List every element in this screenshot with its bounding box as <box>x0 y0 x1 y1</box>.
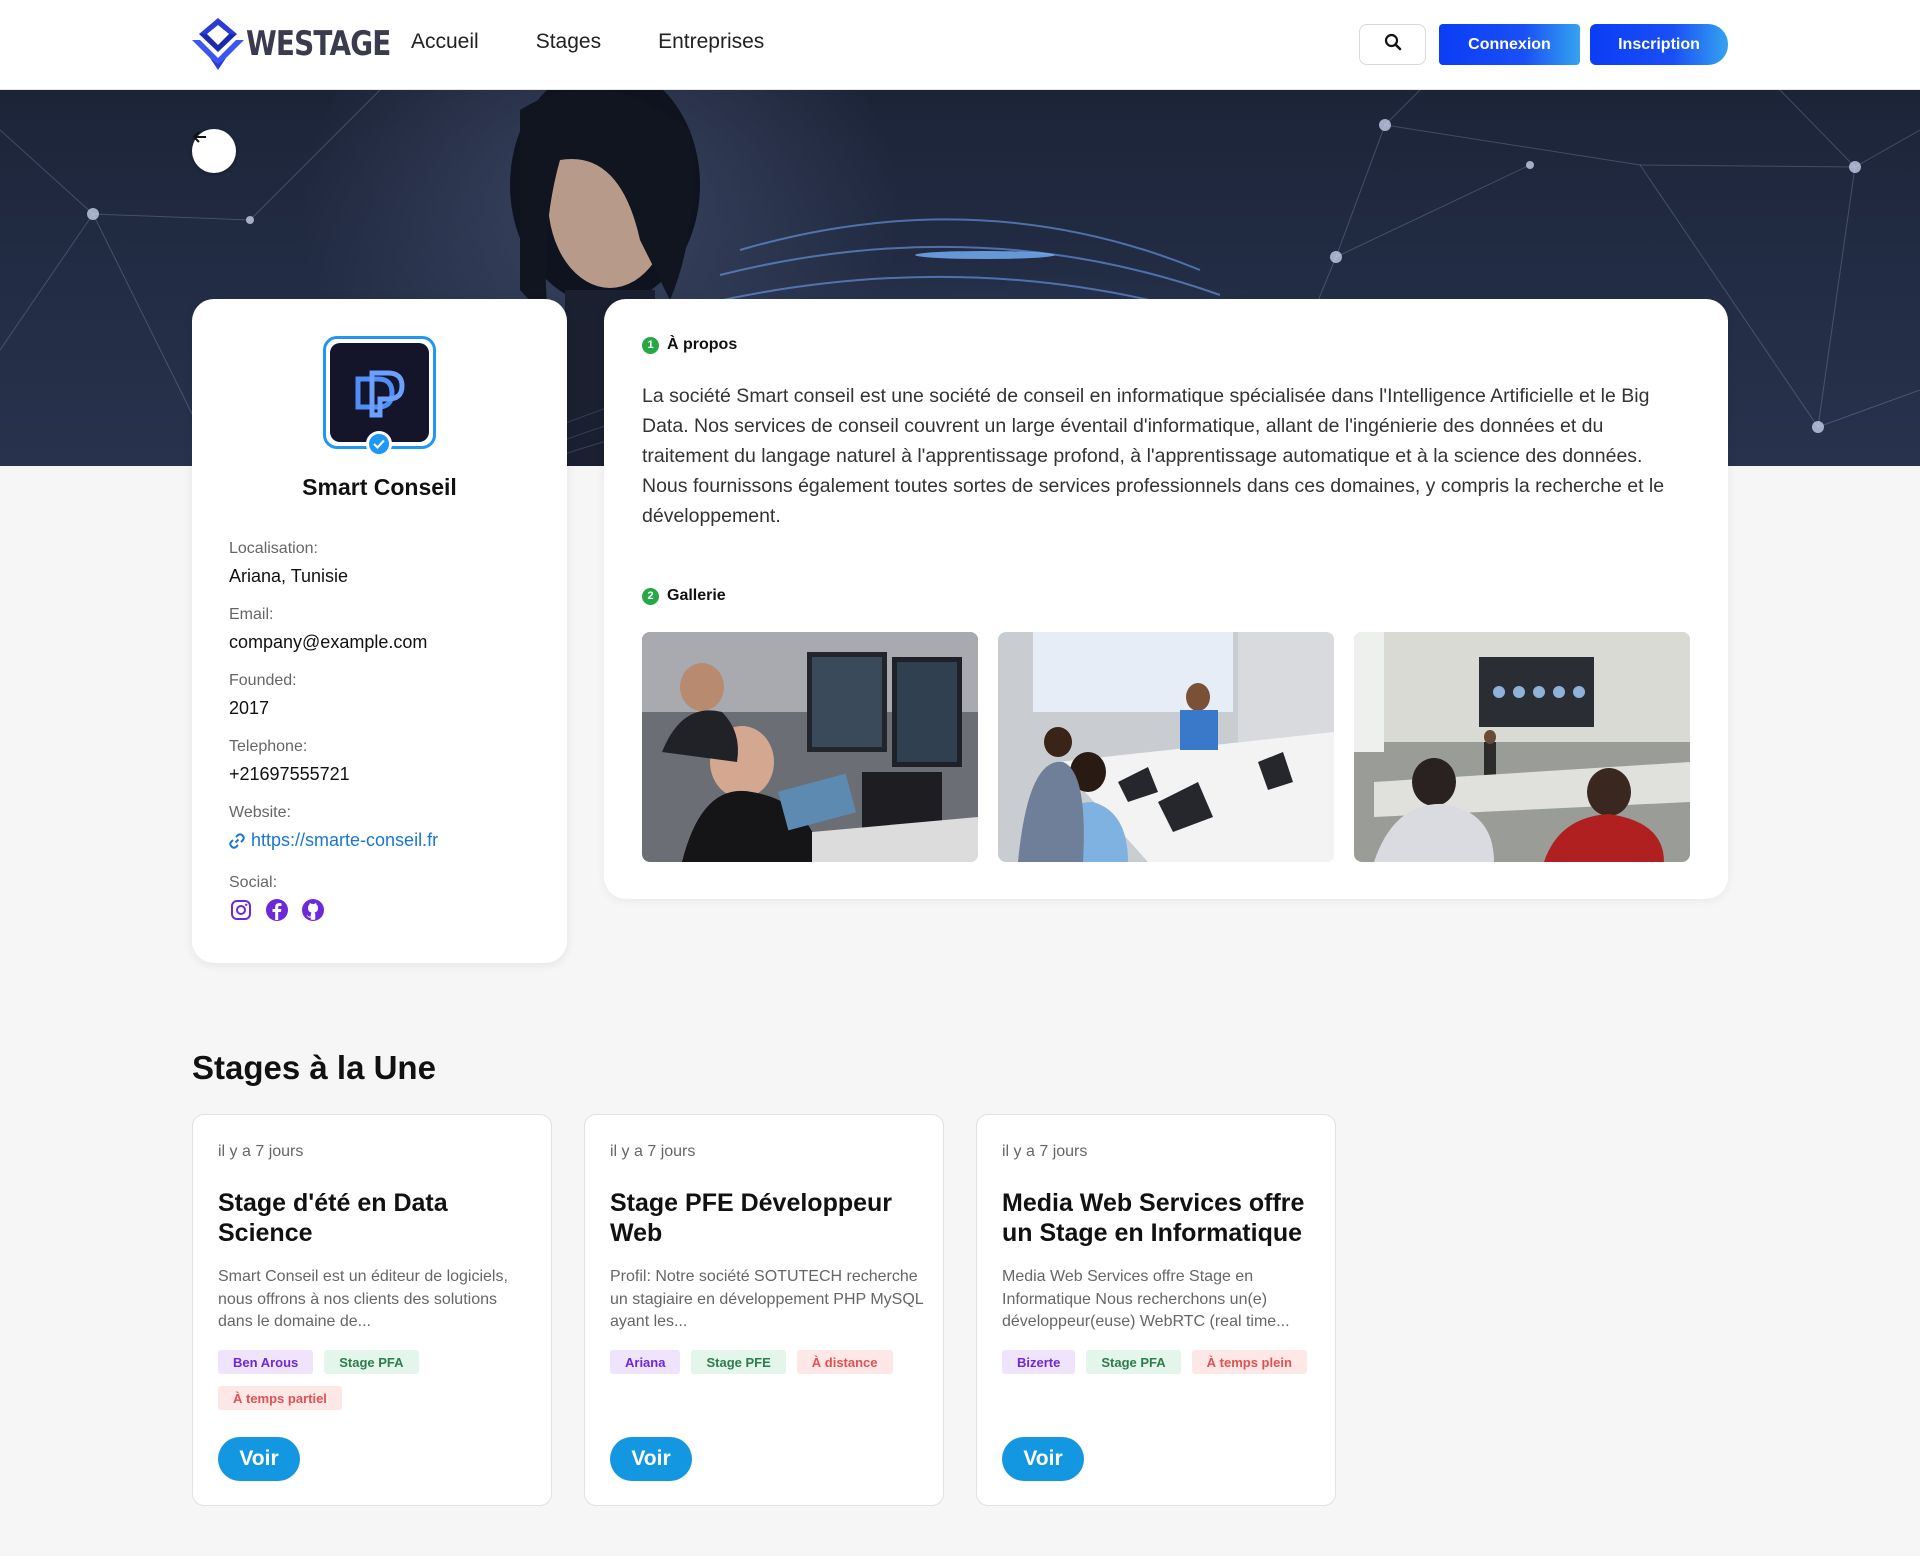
about-title: À propos <box>667 336 738 353</box>
job-card[interactable]: il y a 7 jours Stage d'été en Data Scien… <box>192 1114 552 1506</box>
view-button[interactable]: Voir <box>610 1437 692 1481</box>
telephone-label: Telephone: <box>229 738 308 755</box>
job-tags: Ariana Stage PFE À distance <box>610 1350 930 1386</box>
company-name: Smart Conseil <box>302 474 457 500</box>
logo-mark-icon <box>192 18 244 70</box>
back-button[interactable] <box>192 129 236 173</box>
website-link[interactable]: https://smarte-conseil.fr <box>229 830 438 851</box>
location-tag: Ariana <box>610 1350 681 1374</box>
link-icon <box>229 832 245 849</box>
job-description: Smart Conseil est un éditeur de logiciel… <box>218 1268 508 1330</box>
schedule-tag: À temps plein <box>1191 1350 1307 1374</box>
verified-badge-icon <box>366 431 392 457</box>
location-tag: Bizerte <box>1002 1350 1076 1374</box>
gallery-image-presentation[interactable] <box>1354 632 1690 862</box>
about-card: 1 À propos La société Smart conseil est … <box>604 299 1728 899</box>
schedule-tag: À distance <box>796 1350 893 1374</box>
job-tags: Ben Arous Stage PFA À temps partiel <box>218 1350 538 1422</box>
social-label: Social: <box>229 874 278 891</box>
company-profile-card: Smart Conseil Localisation: Ariana, Tuni… <box>192 299 567 963</box>
job-description: Media Web Services offre Stage en Inform… <box>1002 1268 1290 1330</box>
nav-link-stages[interactable]: Stages <box>536 30 601 54</box>
location-value: Ariana, Tunisie <box>229 566 349 586</box>
type-tag: Stage PFA <box>1086 1350 1181 1374</box>
facebook-icon[interactable] <box>265 898 289 922</box>
job-title: Stage PFE Développeur Web <box>610 1189 893 1247</box>
gallery <box>642 632 1710 862</box>
job-date: il y a 7 jours <box>218 1143 304 1160</box>
job-tags: Bizerte Stage PFA À temps plein <box>1002 1350 1322 1386</box>
nav-link-accueil[interactable]: Accueil <box>411 30 479 54</box>
logo-text: WESTAGE <box>246 24 391 64</box>
type-tag: Stage PFE <box>691 1350 786 1374</box>
dp-logo-icon <box>355 370 405 417</box>
job-date: il y a 7 jours <box>1002 1143 1088 1160</box>
job-card[interactable]: il y a 7 jours Stage PFE Développeur Web… <box>584 1114 944 1506</box>
schedule-tag: À temps partiel <box>218 1386 342 1410</box>
job-date: il y a 7 jours <box>610 1143 696 1160</box>
type-tag: Stage PFA <box>324 1350 419 1374</box>
instagram-icon[interactable] <box>229 898 253 922</box>
featured-stages-title: Stages à la Une <box>192 1049 436 1086</box>
search-button[interactable] <box>1359 24 1426 65</box>
gallery-image-office-developers[interactable] <box>642 632 978 862</box>
logo[interactable]: WESTAGE <box>192 18 422 70</box>
view-button[interactable]: Voir <box>218 1437 300 1481</box>
job-title: Stage d'été en Data Science <box>218 1189 448 1247</box>
website-url: https://smarte-conseil.fr <box>251 830 439 850</box>
social-links <box>229 898 337 922</box>
founded-value: 2017 <box>229 698 270 718</box>
company-logo-image <box>330 343 429 442</box>
website-label: Website: <box>229 804 291 821</box>
step-number: 2 <box>642 587 659 605</box>
login-button[interactable]: Connexion <box>1439 24 1580 65</box>
view-button[interactable]: Voir <box>1002 1437 1084 1481</box>
gallery-image-classroom[interactable] <box>998 632 1334 862</box>
location-tag: Ben Arous <box>218 1350 314 1374</box>
gallery-heading: 2 Gallerie <box>642 587 726 605</box>
gallery-title: Gallerie <box>667 587 726 604</box>
location-label: Localisation: <box>229 540 318 557</box>
email-value: company@example.com <box>229 632 428 652</box>
nav-link-entreprises[interactable]: Entreprises <box>658 30 764 54</box>
job-card[interactable]: il y a 7 jours Media Web Services offre … <box>976 1114 1336 1506</box>
register-button[interactable]: Inscription <box>1590 24 1728 65</box>
github-icon[interactable] <box>301 898 325 922</box>
about-heading: 1 À propos <box>642 336 737 354</box>
founded-label: Founded: <box>229 672 297 689</box>
job-description: Profil: Notre société SOTUTECH recherche… <box>610 1268 924 1330</box>
email-label: Email: <box>229 606 274 623</box>
telephone-value: +21697555721 <box>229 764 350 784</box>
about-text: La société Smart conseil est une société… <box>642 385 1665 527</box>
search-icon <box>1384 33 1402 56</box>
top-navbar: WESTAGE Accueil Stages Entreprises Conne… <box>0 0 1920 90</box>
nav-links: Accueil Stages Entreprises <box>411 30 821 54</box>
job-title: Media Web Services offre un Stage en Inf… <box>1002 1189 1305 1247</box>
step-number: 1 <box>642 336 659 354</box>
